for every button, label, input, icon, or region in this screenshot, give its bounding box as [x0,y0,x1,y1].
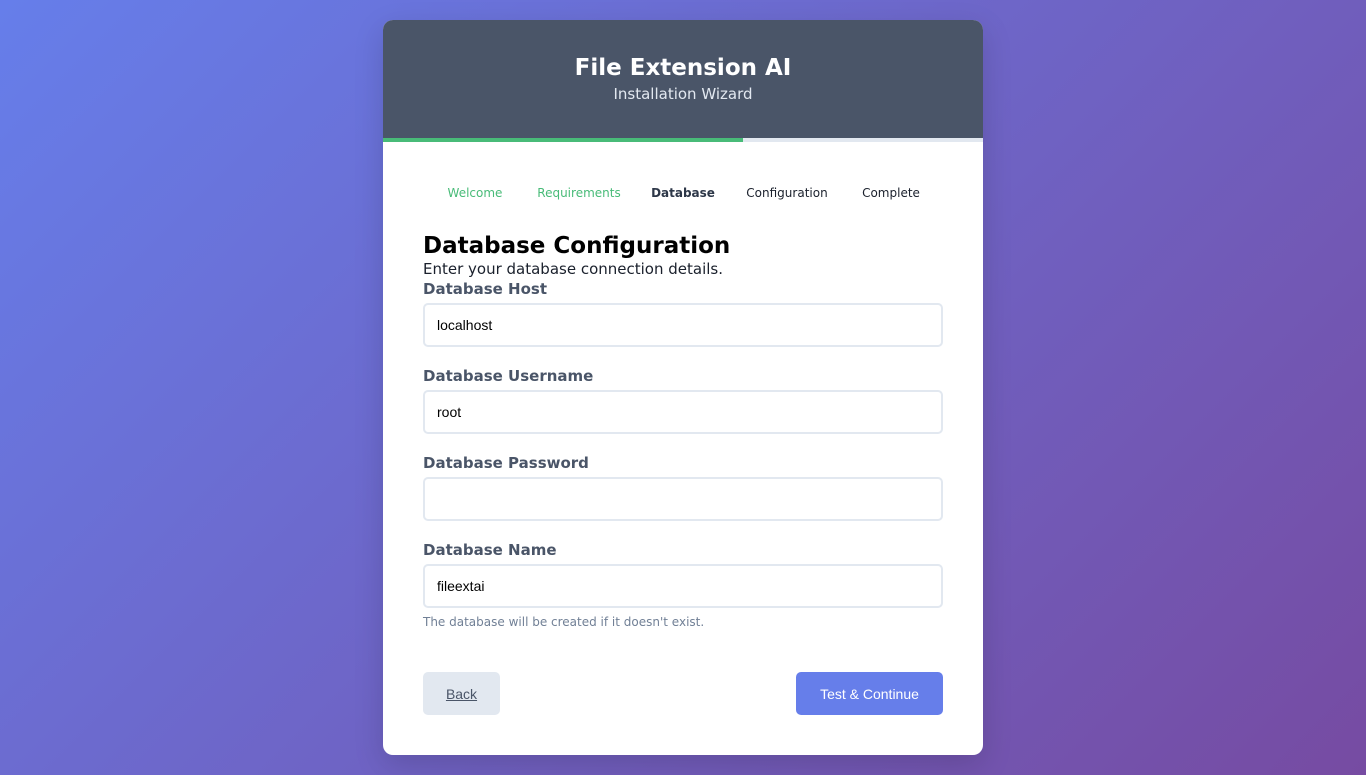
password-label: Database Password [423,454,589,472]
db-username-input[interactable] [423,390,943,434]
username-field-group: Database Username [423,367,943,434]
test-continue-button[interactable]: Test & Continue [796,672,943,715]
name-field-group: Database Name The database will be creat… [423,541,943,629]
dbname-hint: The database will be created if it doesn… [423,615,705,629]
step-complete: Complete [862,186,920,200]
db-password-input[interactable] [423,477,943,521]
wizard-card: File Extension AI Installation Wizard We… [383,20,983,755]
step-welcome: Welcome [447,186,503,200]
wizard-subtitle: Installation Wizard [613,85,753,103]
db-host-input[interactable] [423,303,943,347]
page-intro: Enter your database connection details. [423,260,723,278]
app-title: File Extension AI [574,55,792,81]
step-indicator: Welcome Requirements Database Configurat… [383,142,983,238]
dbname-label: Database Name [423,541,557,559]
step-configuration: Configuration [746,186,828,200]
wizard-header: File Extension AI Installation Wizard [383,20,983,138]
db-name-input[interactable] [423,564,943,608]
password-field-group: Database Password [423,454,943,521]
wizard-actions: Back Test & Continue [423,672,943,715]
back-button[interactable]: Back [423,672,500,715]
step-requirements: Requirements [537,186,621,200]
step-database: Database [651,186,715,200]
form-content: Database Configuration Enter your databa… [383,231,983,629]
username-label: Database Username [423,367,594,385]
host-field-group: Database Host [423,280,943,347]
host-label: Database Host [423,280,548,298]
